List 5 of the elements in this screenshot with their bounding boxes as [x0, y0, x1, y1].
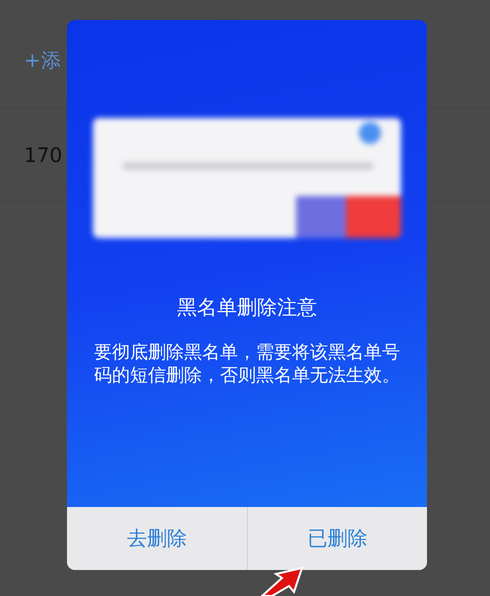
dialog-button[interactable]: 已删除 — [246, 507, 427, 570]
dialog-title: 黑名单删除注意 — [177, 294, 317, 321]
add-link[interactable]: +添 — [24, 47, 61, 74]
dialog-message: 要彻底删除黑名单，需要将该黑名单号码的短信删除，否则黑名单无法生效。 — [93, 341, 401, 387]
phone-number: 170 — [24, 142, 62, 166]
